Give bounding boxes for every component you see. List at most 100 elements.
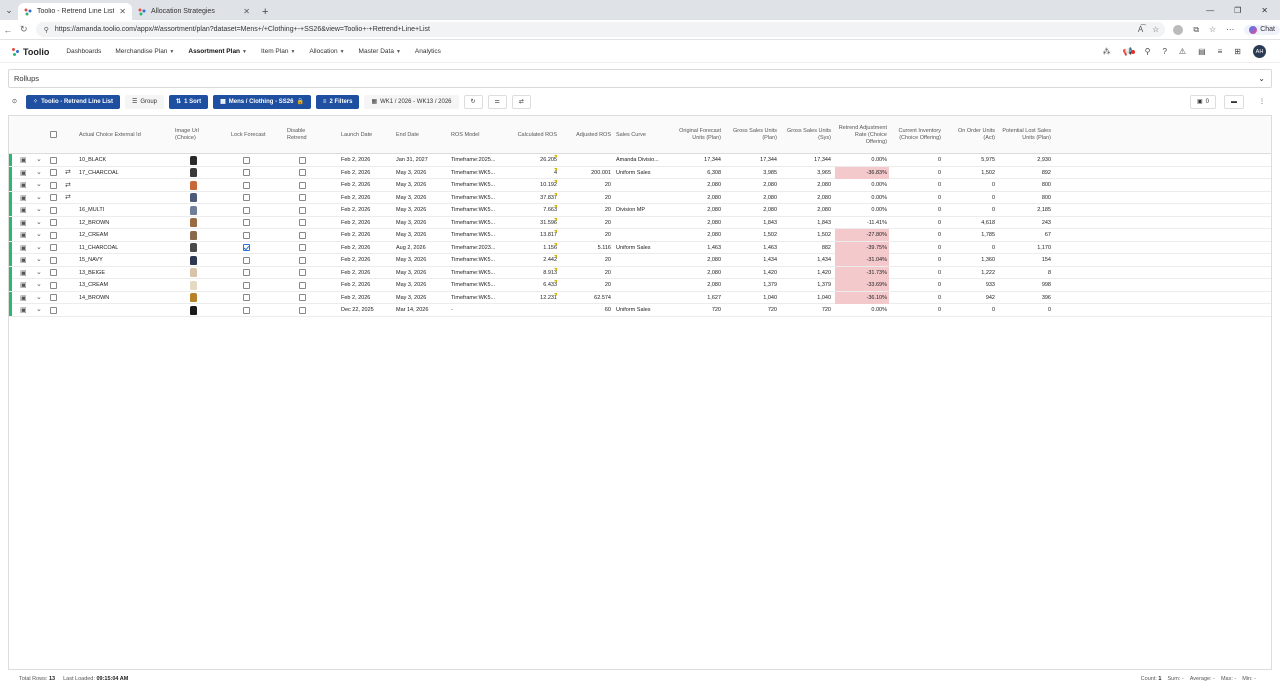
cell-gplan[interactable]: 1,420 [723,267,779,279]
cell-id[interactable]: 13_CREAM [77,279,175,291]
cell-curve[interactable]: Uniform Sales [614,167,670,179]
cell-curve[interactable] [614,292,670,304]
cell-lost[interactable]: 998 [999,279,1053,291]
cell-inv[interactable]: 0 [891,292,943,304]
disable-retrend-checkbox[interactable] [298,206,306,214]
lock-forecast-cell[interactable] [229,192,263,204]
cell-adj[interactable]: 200.001 [559,167,613,179]
cell-ros[interactable]: Timeframe:WK5... [449,167,509,179]
cell-gplan[interactable]: 2,080 [723,179,779,191]
cell-orig[interactable]: 2,080 [669,254,723,266]
lock-forecast-checkbox[interactable] [242,294,250,301]
lock-forecast-checkbox[interactable] [242,206,250,214]
lock-forecast-checkbox[interactable] [242,281,250,289]
cell-adj[interactable]: 20 [559,267,613,279]
column-header[interactable]: Actual Choice External Id [77,116,175,154]
cell-onorder[interactable]: 933 [943,279,997,291]
cell-orig[interactable]: 2,080 [669,279,723,291]
restore-icon[interactable]: ❐ [1234,6,1241,15]
menu-icon[interactable]: ≡ [1218,47,1223,56]
expand-row-icon[interactable]: ⌄ [36,155,42,163]
column-header[interactable]: ROS Model [449,116,509,154]
cell-launch[interactable]: Feb 2, 2026 [339,217,391,229]
cell-rate[interactable]: -31.04% [835,254,889,266]
cell-calc[interactable]: 7.663 [507,204,559,216]
cell-rate[interactable]: -27.80% [835,229,889,241]
cell-onorder[interactable]: 0 [943,192,997,204]
cell-launch[interactable]: Feb 2, 2026 [339,154,391,166]
sort-button[interactable]: ⇅ 1 Sort [169,94,209,109]
expand-row-icon[interactable]: ⌄ [36,255,42,263]
cell-curve[interactable]: Division MP [614,204,670,216]
cell-id[interactable]: 16_MULTI [77,204,175,216]
cell-gplan[interactable]: 3,985 [723,167,779,179]
cell-launch[interactable]: Feb 2, 2026 [339,242,391,254]
cell-end[interactable]: May 3, 2026 [394,167,446,179]
cell-gsys[interactable]: 2,080 [779,192,833,204]
cell-calc[interactable]: 26.205 [507,154,559,166]
cell-rate[interactable]: -36.83% [835,166,889,179]
cell-id[interactable] [77,192,175,204]
row-comment-icon[interactable]: ▣ [20,181,27,189]
cell-curve[interactable]: Amanda Divisio... [614,154,670,166]
cell-inv[interactable]: 0 [891,217,943,229]
cell-rate[interactable]: -39.75% [835,241,889,254]
column-header[interactable]: Launch Date [339,116,391,154]
minimize-icon[interactable]: — [1206,6,1214,15]
cell-onorder[interactable]: 1,502 [943,167,997,179]
close-tab-icon[interactable]: ✕ [119,7,126,16]
cell-ros[interactable]: Timeframe:WK5... [449,179,509,191]
cell-id[interactable]: 11_CHARCOAL [77,242,175,254]
cell-gsys[interactable]: 882 [779,242,833,254]
row-select-checkbox[interactable] [50,244,57,251]
cell-curve[interactable]: Uniform Sales [614,242,670,254]
row-comment-icon[interactable]: ▣ [20,169,27,177]
row-select-checkbox[interactable] [50,294,57,301]
row-comment-icon[interactable]: ▣ [20,219,27,227]
lock-forecast-cell[interactable] [229,292,263,304]
table-row[interactable]: ▣ ⌄ 15_NAVY Feb 2, 2026 May 3, 2026 Timeframe… [9,254,1271,267]
help-icon[interactable]: ? [1162,47,1166,56]
table-row[interactable]: ▣ ⌄ Dec 22, 2025 Mar 14, 2026- 60 Uniform Sal… [9,304,1271,317]
lock-forecast-checkbox[interactable] [242,256,250,264]
cell-end[interactable]: May 3, 2026 [394,217,446,229]
cell-end[interactable]: May 3, 2026 [394,229,446,241]
cell-ros[interactable]: - [449,304,509,316]
cell-calc[interactable]: 6.433 [507,279,559,291]
cell-launch[interactable]: Feb 2, 2026 [339,192,391,204]
cell-onorder[interactable]: 0 [943,242,997,254]
cell-rate[interactable]: 0.00% [835,304,889,316]
lock-forecast-checkbox[interactable] [242,219,250,226]
cell-gsys[interactable]: 720 [779,304,833,316]
row-comment-icon[interactable]: ▣ [20,306,27,314]
notes-icon[interactable]: ▤ [1198,47,1206,56]
cell-orig[interactable]: 1,463 [669,242,723,254]
table-row[interactable]: ▣ ⌄ 13_BEIGE Feb 2, 2026 May 3, 2026 Timefram… [9,266,1271,279]
filters-button[interactable]: ≡ 2 Filters [315,94,360,109]
cell-lost[interactable]: 1,170 [999,242,1053,254]
disable-retrend-checkbox[interactable] [298,169,306,176]
cell-onorder[interactable]: 0 [943,304,997,316]
select-all-checkbox[interactable] [50,131,57,138]
expand-row-icon[interactable]: ⌄ [36,230,42,238]
cell-orig[interactable]: 17,344 [669,154,723,166]
adjust-button[interactable]: ⚌ [487,94,507,109]
column-header[interactable]: Retrend Adjustment Rate (Choice Offering… [835,116,889,154]
expand-row-icon[interactable]: ⌄ [36,293,42,301]
cell-gsys[interactable]: 1,420 [779,267,833,279]
date-range-button[interactable]: ▦ WK1 / 2026 - WK13 / 2026 [364,94,459,109]
swap-icon[interactable]: ⇄ [65,193,71,201]
disable-retrend-cell[interactable] [285,242,319,254]
cell-rate[interactable]: 0.00% [835,179,889,191]
cell-lost[interactable]: 2,185 [999,204,1053,216]
disable-retrend-checkbox[interactable] [298,256,306,264]
cell-curve[interactable] [614,229,670,241]
cell-end[interactable]: Aug 2, 2026 [394,242,446,254]
table-row[interactable]: ▣ ⌄ ⇄ Feb 2, 2026 May 3, 2026 Timeframe:WK5..… [9,179,1271,192]
cell-id[interactable]: 17_CHARCOAL [77,167,175,179]
profile-icon[interactable] [1173,24,1184,35]
cell-calc[interactable]: 1.156 [507,242,559,254]
cell-onorder[interactable]: 1,222 [943,267,997,279]
cell-launch[interactable]: Feb 2, 2026 [339,254,391,266]
cell-onorder[interactable]: 0 [943,179,997,191]
